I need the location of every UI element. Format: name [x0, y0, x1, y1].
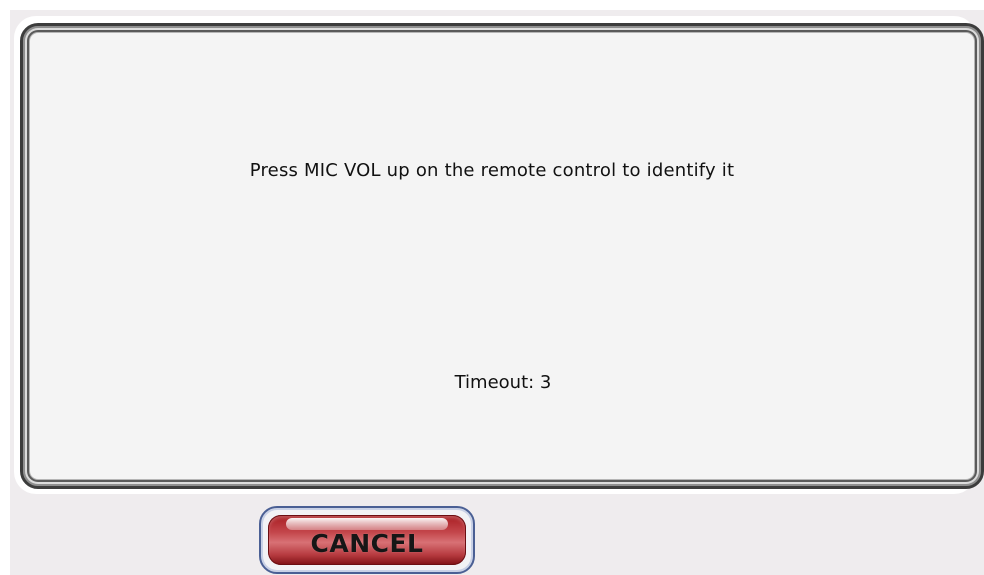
identify-remote-dialog — [20, 23, 984, 489]
cancel-button[interactable]: CANCEL — [259, 506, 475, 574]
identify-remote-message: Press MIC VOL up on the remote control t… — [249, 160, 735, 181]
cancel-button-label[interactable]: CANCEL — [268, 529, 466, 558]
cancel-button-face[interactable]: CANCEL — [268, 515, 466, 565]
timeout-countdown: Timeout: 3 — [454, 372, 552, 393]
